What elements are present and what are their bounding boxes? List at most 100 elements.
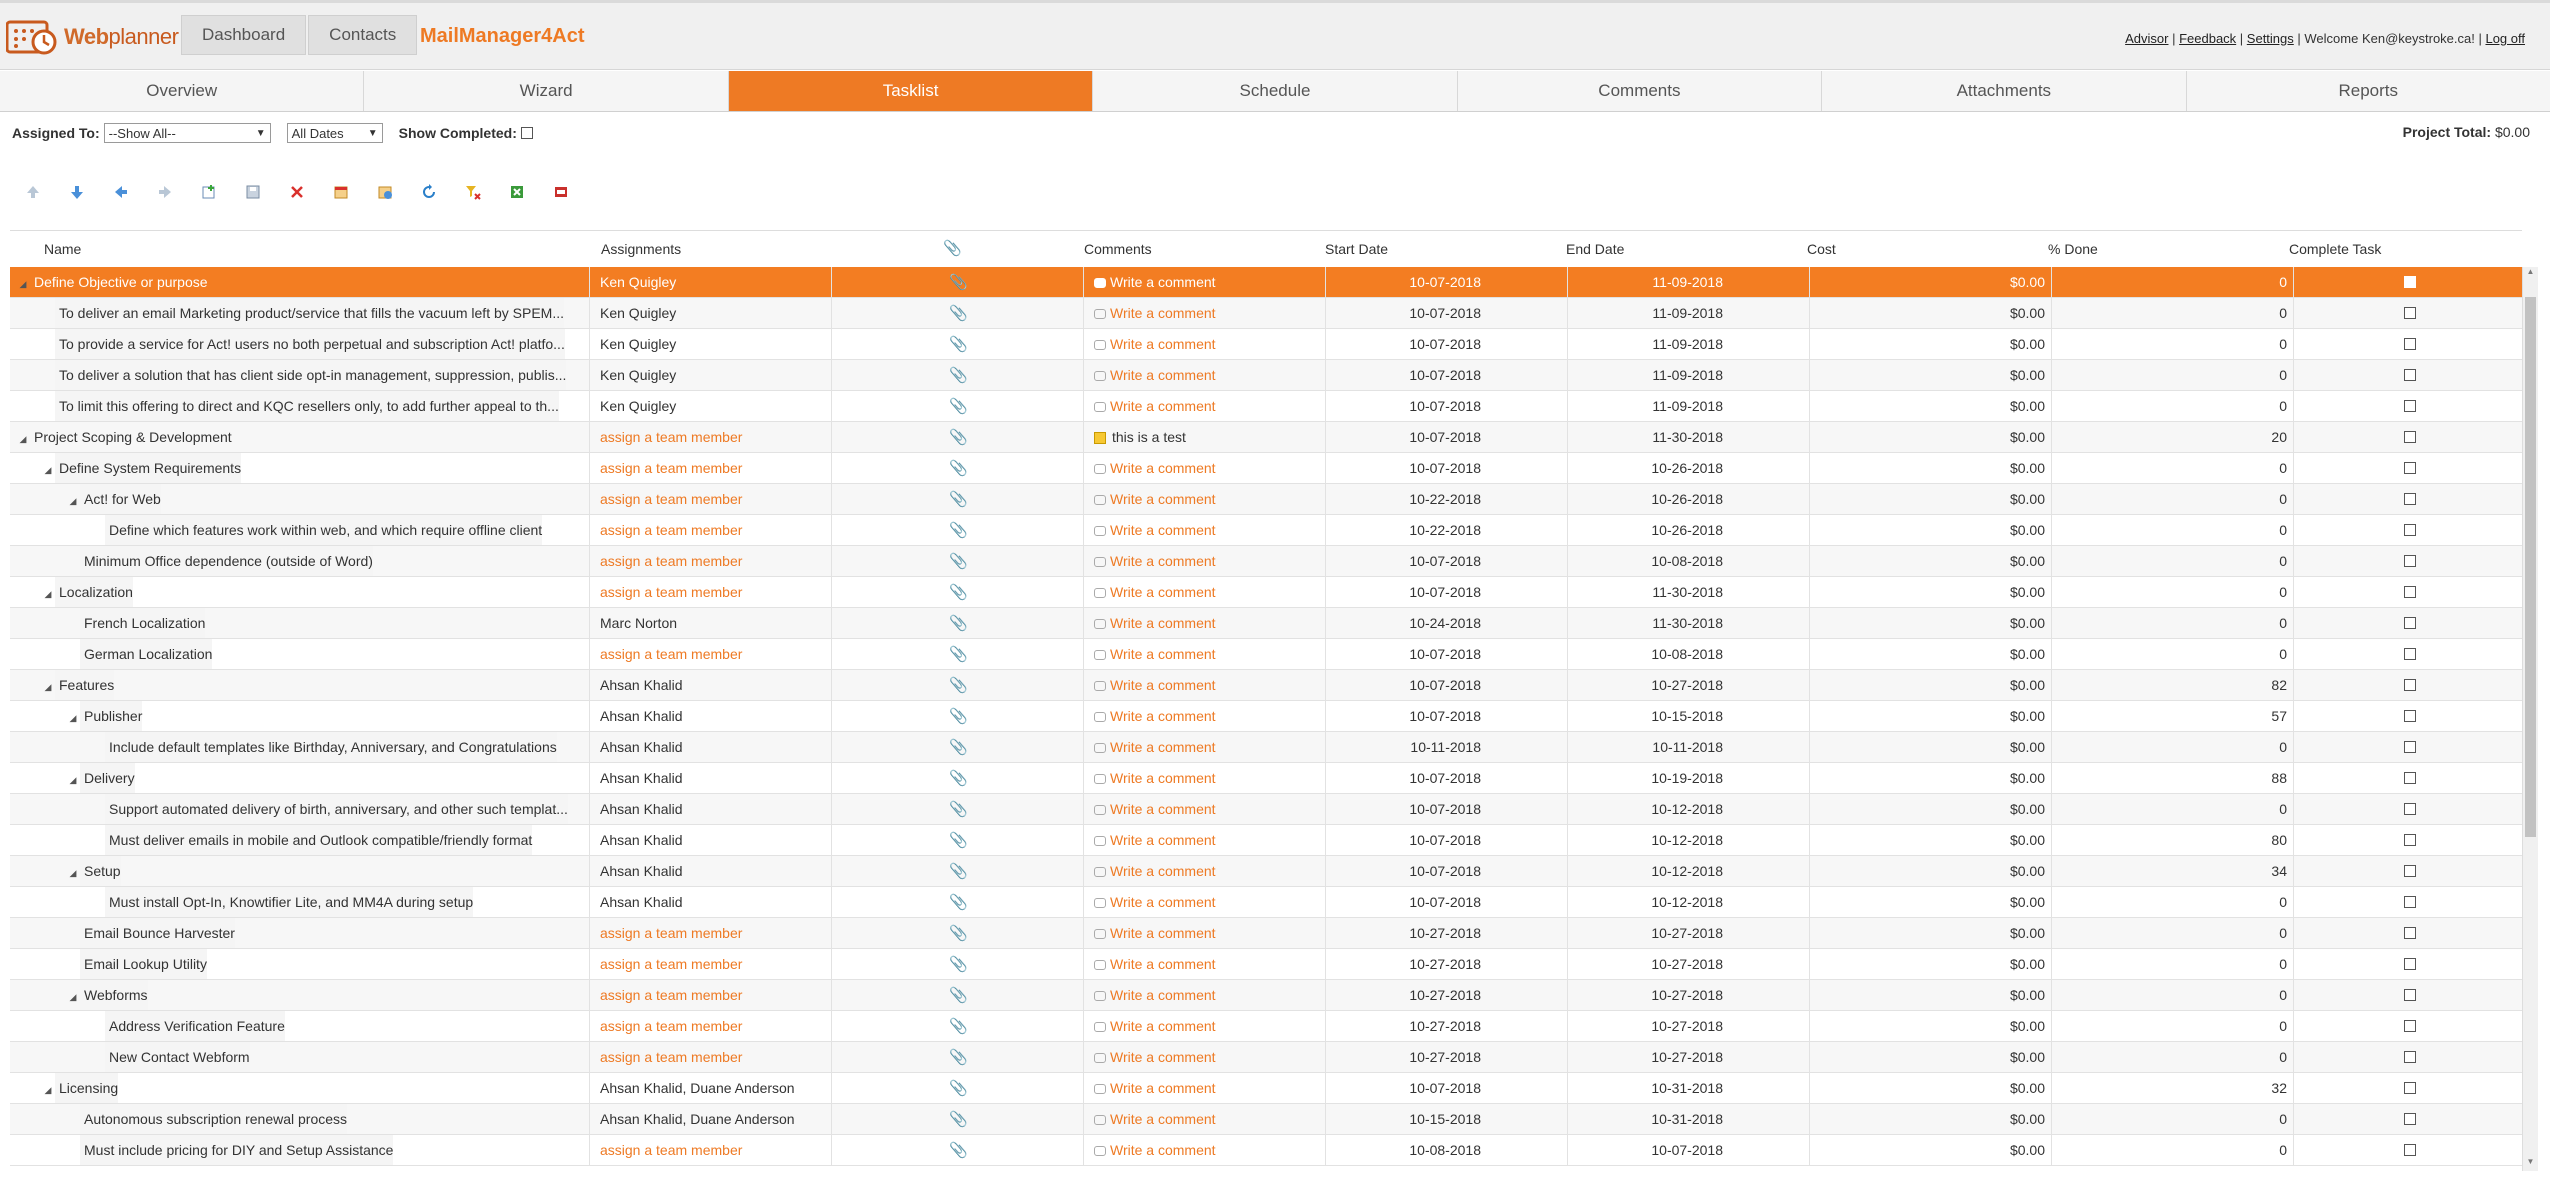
attachment-cell[interactable]: 📎 (834, 267, 1084, 297)
percent-done-cell[interactable]: 0 (2054, 267, 2294, 297)
assignment-cell[interactable]: assign a team member (592, 1135, 832, 1165)
complete-task-checkbox[interactable] (2404, 741, 2416, 753)
complete-task-checkbox[interactable] (2404, 493, 2416, 505)
end-date-cell[interactable]: 10-12-2018 (1570, 887, 1810, 917)
end-date-cell[interactable]: 10-26-2018 (1570, 484, 1810, 514)
task-row[interactable]: Address Verification Feature assign a tea… (10, 1011, 2522, 1042)
task-name-cell[interactable]: ◢ Delivery (10, 763, 590, 793)
assignment-cell[interactable]: Ahsan Khalid (592, 732, 832, 762)
percent-done-cell[interactable]: 0 (2054, 515, 2294, 545)
paperclip-icon[interactable]: 📎 (949, 305, 968, 322)
percent-done-cell[interactable]: 57 (2054, 701, 2294, 731)
task-row[interactable]: ◢ Delivery Ahsan Khalid 📎 Write a comment 10-… (10, 763, 2522, 794)
complete-task-checkbox[interactable] (2404, 772, 2416, 784)
assignment-cell[interactable]: Ken Quigley (592, 298, 832, 328)
start-date-cell[interactable]: 10-27-2018 (1328, 1011, 1568, 1041)
task-row[interactable]: To limit this offering to direct and KQC… (10, 391, 2522, 422)
comment-cell[interactable]: Write a comment (1086, 1042, 1326, 1072)
collapse-toggle-icon[interactable]: ◢ (41, 672, 55, 700)
write-comment-link[interactable]: Write a comment (1110, 367, 1216, 383)
attachment-cell[interactable]: 📎 (834, 453, 1084, 483)
start-date-cell[interactable]: 10-07-2018 (1328, 887, 1568, 917)
comment-cell[interactable]: Write a comment (1086, 1011, 1326, 1041)
task-row[interactable]: Must install Opt-In, Knowtifier Lite, an… (10, 887, 2522, 918)
assignment-cell[interactable]: assign a team member (592, 980, 832, 1010)
assignment-cell[interactable]: assign a team member (592, 918, 832, 948)
comment-cell[interactable]: Write a comment (1086, 577, 1326, 607)
collapse-toggle-icon[interactable]: ◢ (66, 982, 80, 1010)
task-name-cell[interactable]: ◢ Define Objective or purpose (10, 267, 590, 297)
save-icon[interactable] (240, 180, 266, 204)
start-date-cell[interactable]: 10-07-2018 (1328, 329, 1568, 359)
comment-cell[interactable]: Write a comment (1086, 825, 1326, 855)
advisor-link[interactable]: Advisor (2125, 31, 2168, 46)
paperclip-icon[interactable]: 📎 (949, 987, 968, 1004)
task-row[interactable]: ◢ Define Objective or purpose Ken Quigley 📎… (10, 267, 2522, 298)
start-date-cell[interactable]: 10-22-2018 (1328, 484, 1568, 514)
task-row[interactable]: ◢ Project Scoping & Development assign a t… (10, 422, 2522, 453)
start-date-cell[interactable]: 10-07-2018 (1328, 856, 1568, 886)
task-row[interactable]: French Localization Marc Norton 📎 Write a c… (10, 608, 2522, 639)
end-date-cell[interactable]: 10-08-2018 (1570, 546, 1810, 576)
cost-cell[interactable]: $0.00 (1812, 484, 2052, 514)
complete-task-checkbox[interactable] (2404, 865, 2416, 877)
comment-cell[interactable]: Write a comment (1086, 298, 1326, 328)
write-comment-link[interactable]: Write a comment (1110, 646, 1216, 662)
write-comment-link[interactable]: Write a comment (1110, 522, 1216, 538)
task-name-cell[interactable]: Autonomous subscription renewal process (10, 1104, 590, 1134)
write-comment-link[interactable]: Write a comment (1110, 1049, 1216, 1065)
comment-cell[interactable]: Write a comment (1086, 701, 1326, 731)
tab-schedule[interactable]: Schedule (1093, 71, 1458, 111)
assignment-cell[interactable]: Ken Quigley (592, 267, 832, 297)
collapse-toggle-icon[interactable]: ◢ (41, 579, 55, 607)
complete-task-checkbox[interactable] (2404, 431, 2416, 443)
percent-done-cell[interactable]: 32 (2054, 1073, 2294, 1103)
assignment-cell[interactable]: Ahsan Khalid (592, 825, 832, 855)
write-comment-link[interactable]: Write a comment (1110, 553, 1216, 569)
assignment-cell[interactable]: assign a team member (592, 1011, 832, 1041)
start-date-cell[interactable]: 10-07-2018 (1328, 267, 1568, 297)
task-name-cell[interactable]: ◢ Features (10, 670, 590, 700)
tab-tasklist[interactable]: Tasklist (728, 71, 1094, 111)
collapse-toggle-icon[interactable]: ◢ (41, 1075, 55, 1103)
task-row[interactable]: Support automated delivery of birth, ann… (10, 794, 2522, 825)
percent-done-cell[interactable]: 34 (2054, 856, 2294, 886)
move-down-icon[interactable] (64, 180, 90, 204)
show-completed-checkbox[interactable] (520, 127, 533, 139)
settings-link[interactable]: Settings (2247, 31, 2294, 46)
comment-cell[interactable]: Write a comment (1086, 1073, 1326, 1103)
write-comment-link[interactable]: Write a comment (1110, 615, 1216, 631)
task-name-cell[interactable]: Must deliver emails in mobile and Outloo… (10, 825, 590, 855)
tab-overview[interactable]: Overview (0, 71, 365, 111)
start-date-cell[interactable]: 10-07-2018 (1328, 298, 1568, 328)
comment-cell[interactable]: Write a comment (1086, 980, 1326, 1010)
col-end-date-header[interactable]: End Date (1566, 241, 1624, 257)
assignment-cell[interactable]: assign a team member (592, 453, 832, 483)
cost-cell[interactable]: $0.00 (1812, 794, 2052, 824)
delete-icon[interactable] (284, 180, 310, 204)
complete-task-checkbox[interactable] (2404, 276, 2416, 288)
assignment-cell[interactable]: Ahsan Khalid (592, 763, 832, 793)
task-row[interactable]: Minimum Office dependence (outside of Wo… (10, 546, 2522, 577)
comment-cell[interactable]: Write a comment (1086, 329, 1326, 359)
complete-task-checkbox[interactable] (2404, 896, 2416, 908)
task-row[interactable]: ◢ Act! for Web assign a team member 📎 Write … (10, 484, 2522, 515)
complete-task-checkbox[interactable] (2404, 400, 2416, 412)
assignment-cell[interactable]: Ken Quigley (592, 360, 832, 390)
webplanner-logo[interactable]: Webplanner (6, 17, 179, 57)
end-date-cell[interactable]: 11-09-2018 (1570, 298, 1810, 328)
write-comment-link[interactable]: Write a comment (1110, 460, 1216, 476)
complete-task-checkbox[interactable] (2404, 648, 2416, 660)
comment-cell[interactable]: Write a comment (1086, 515, 1326, 545)
task-name-cell[interactable]: Include default templates like Birthday,… (10, 732, 590, 762)
task-name-cell[interactable]: To limit this offering to direct and KQC… (10, 391, 590, 421)
assignment-cell[interactable]: assign a team member (592, 639, 832, 669)
write-comment-link[interactable]: Write a comment (1110, 1111, 1216, 1127)
paperclip-icon[interactable]: 📎 (949, 429, 968, 446)
comment-cell[interactable]: Write a comment (1086, 484, 1326, 514)
end-date-cell[interactable]: 10-27-2018 (1570, 980, 1810, 1010)
start-date-cell[interactable]: 10-07-2018 (1328, 639, 1568, 669)
start-date-cell[interactable]: 10-07-2018 (1328, 825, 1568, 855)
percent-done-cell[interactable]: 0 (2054, 887, 2294, 917)
task-name-cell[interactable]: Must install Opt-In, Knowtifier Lite, an… (10, 887, 590, 917)
